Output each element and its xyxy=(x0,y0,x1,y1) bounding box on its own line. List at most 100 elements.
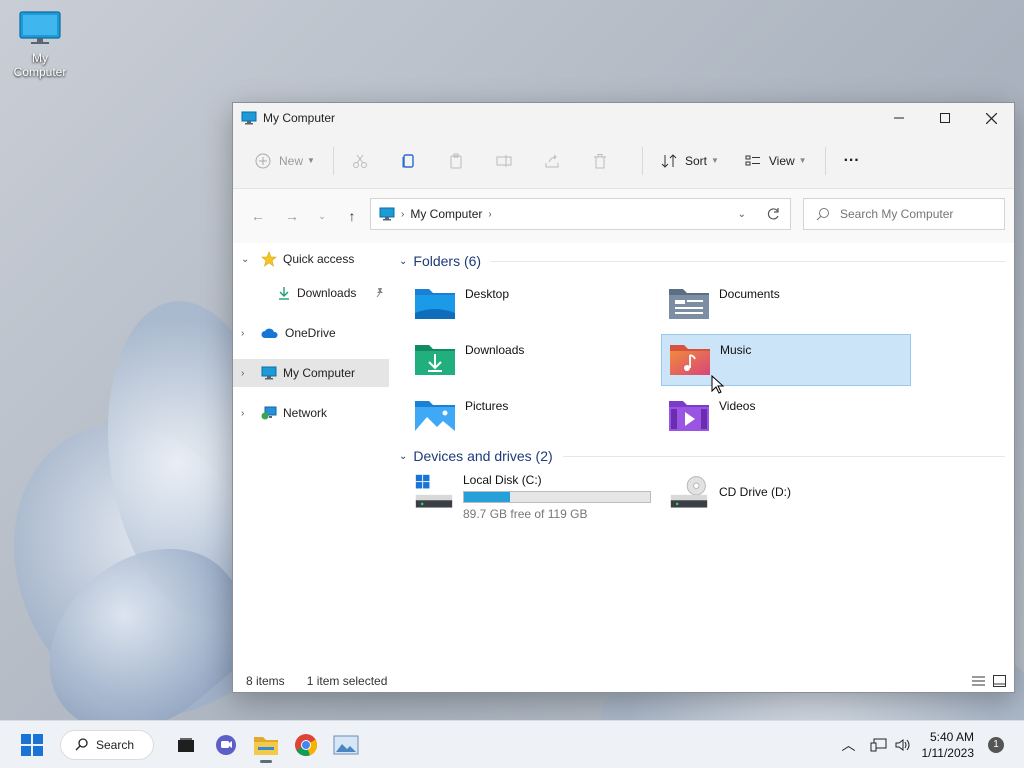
drive-tile-local-disk-c[interactable]: Local Disk (C:) 89.7 GB free of 119 GB xyxy=(407,469,657,529)
taskbar-clock[interactable]: 5:40 AM 1/11/2023 xyxy=(922,729,975,761)
back-button[interactable]: ← xyxy=(241,201,275,231)
folder-pictures-icon xyxy=(415,401,455,431)
copy-button[interactable] xyxy=(392,145,424,177)
more-options-button[interactable]: ··· xyxy=(836,145,868,177)
group-divider xyxy=(562,455,1005,457)
close-button[interactable] xyxy=(968,103,1014,133)
sidebar-item-network[interactable]: › Network xyxy=(233,399,389,427)
details-view-icon[interactable] xyxy=(972,675,985,687)
folder-desktop-icon xyxy=(415,289,455,319)
task-view-icon xyxy=(178,737,194,752)
folder-music-icon xyxy=(670,345,710,375)
view-button[interactable]: View ▼ xyxy=(737,145,815,177)
start-button[interactable] xyxy=(12,725,52,765)
photos-taskbar-button[interactable] xyxy=(326,725,366,765)
group-header-devices[interactable]: ⌄ Devices and drives (2) xyxy=(393,444,1005,468)
desktop-icon-my-computer[interactable]: My Computer xyxy=(4,10,76,79)
monitor-icon xyxy=(379,207,395,221)
tiles-view-icon[interactable] xyxy=(993,675,1006,687)
chevron-down-icon: ⌄ xyxy=(399,255,408,267)
folder-tile-pictures[interactable]: Pictures xyxy=(407,391,657,443)
navigation-pane: ⌄ Quick access Downloads › OneDrive › My… xyxy=(233,245,389,670)
chevron-right-icon[interactable]: › xyxy=(241,368,255,379)
new-button[interactable]: New ▼ xyxy=(247,145,323,177)
group-title: Devices and drives (2) xyxy=(413,448,553,464)
minimize-button[interactable] xyxy=(876,103,922,133)
sidebar-item-my-computer[interactable]: › My Computer xyxy=(233,359,389,387)
clock-time: 5:40 AM xyxy=(929,729,974,744)
maximize-button[interactable] xyxy=(922,103,968,133)
search-box[interactable] xyxy=(803,198,1005,230)
arrow-left-icon: ← xyxy=(251,208,265,224)
folder-tile-videos[interactable]: Videos xyxy=(661,391,911,443)
chevron-down-icon[interactable]: ⌄ xyxy=(241,254,255,265)
chrome-taskbar-button[interactable] xyxy=(286,725,326,765)
notification-badge[interactable]: 1 xyxy=(988,736,1004,753)
rename-icon xyxy=(496,154,512,167)
sidebar-item-onedrive[interactable]: › OneDrive xyxy=(233,319,389,347)
search-icon xyxy=(75,738,88,751)
task-view-button[interactable] xyxy=(166,725,206,765)
toolbar-separator xyxy=(641,146,643,175)
delete-button[interactable] xyxy=(584,145,616,177)
group-divider xyxy=(491,260,1005,262)
chevron-right-icon[interactable]: › xyxy=(241,408,255,419)
group-header-folders[interactable]: ⌄ Folders (6) xyxy=(393,249,1005,273)
sort-icon xyxy=(661,153,677,168)
folder-documents-icon xyxy=(669,289,709,319)
folder-tile-music[interactable]: Music xyxy=(661,334,911,386)
rename-button[interactable] xyxy=(488,145,520,177)
windows-logo-icon xyxy=(21,733,43,756)
folder-name: Pictures xyxy=(465,399,509,413)
sidebar-item-downloads[interactable]: Downloads xyxy=(233,279,389,307)
explorer-window: My Computer New ▼ Sort ▼ View ▼ ··· ← → … xyxy=(232,102,1015,693)
breadcrumb-my-computer[interactable]: My Computer xyxy=(410,207,482,221)
minimize-icon xyxy=(894,117,904,119)
clock-date: 1/11/2023 xyxy=(921,745,975,760)
address-bar[interactable]: › My Computer › ⌄ xyxy=(370,198,791,230)
up-button[interactable]: ↑ xyxy=(335,201,369,231)
pin-icon[interactable] xyxy=(375,286,385,300)
maximize-icon xyxy=(940,113,950,123)
network-status-icon[interactable] xyxy=(870,737,888,753)
sidebar-item-quick-access[interactable]: ⌄ Quick access xyxy=(233,245,389,273)
recent-locations-button[interactable]: ⌄ xyxy=(309,201,335,231)
toolbar-separator xyxy=(824,146,826,175)
folder-tile-desktop[interactable]: Desktop xyxy=(407,279,657,331)
selection-count: 1 item selected xyxy=(306,674,388,688)
paste-button[interactable] xyxy=(440,145,472,177)
chevron-down-icon: ⌄ xyxy=(399,450,408,462)
cut-button[interactable] xyxy=(344,145,376,177)
sort-button[interactable]: Sort ▼ xyxy=(653,145,727,177)
show-hidden-icons-chevron-icon[interactable]: ︿ xyxy=(842,735,856,755)
share-button[interactable] xyxy=(536,145,568,177)
chevron-right-icon[interactable]: › xyxy=(241,328,255,339)
chevron-down-icon: ⌄ xyxy=(318,210,326,221)
taskbar-search[interactable]: Search xyxy=(60,729,154,760)
taskbar-search-label: Search xyxy=(96,737,135,752)
sidebar-item-label: OneDrive xyxy=(285,326,336,340)
folder-tile-downloads[interactable]: Downloads xyxy=(407,335,657,387)
chevron-down-icon: ▼ xyxy=(710,156,719,165)
forward-button[interactable]: → xyxy=(275,201,309,231)
drive-tile-cd-drive-d[interactable]: CD Drive (D:) xyxy=(661,469,911,529)
search-input[interactable] xyxy=(840,207,1000,221)
address-history-chevron-icon[interactable]: ⌄ xyxy=(738,209,746,220)
view-label: View xyxy=(768,153,795,168)
command-bar: New ▼ Sort ▼ View ▼ ··· xyxy=(233,133,1014,189)
cd-drive-icon xyxy=(670,476,708,508)
folder-icon xyxy=(254,736,278,755)
view-icon xyxy=(745,155,760,165)
folder-tile-documents[interactable]: Documents xyxy=(661,279,911,331)
folder-videos-icon xyxy=(669,401,709,431)
chat-button[interactable] xyxy=(206,725,246,765)
volume-icon[interactable] xyxy=(894,737,912,753)
title-bar[interactable]: My Computer xyxy=(233,103,1014,133)
trash-icon xyxy=(593,153,606,168)
image-viewer-icon xyxy=(333,735,359,754)
cloud-icon xyxy=(261,327,279,339)
refresh-icon[interactable] xyxy=(766,207,780,221)
file-explorer-taskbar-button[interactable] xyxy=(246,725,286,765)
sort-label: Sort xyxy=(684,153,707,168)
search-icon xyxy=(816,208,829,221)
